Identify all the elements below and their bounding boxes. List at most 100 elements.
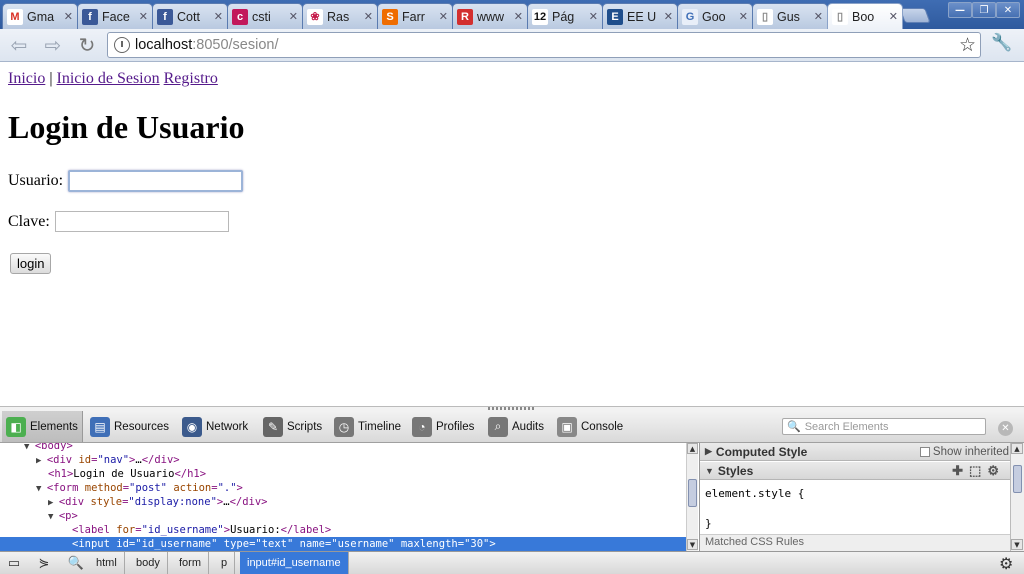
minimize-button[interactable]: —	[948, 2, 972, 18]
browser-tab[interactable]: c csti ✕	[227, 3, 303, 29]
dom-node-row[interactable]: <input id="id_username" type="text" name…	[0, 537, 686, 551]
inspect-search-icon[interactable]: 🔍	[66, 554, 86, 572]
scroll-down-icon[interactable]: ▼	[687, 539, 698, 550]
browser-tab[interactable]: ❀ Ras ✕	[302, 3, 378, 29]
styles-scrollbar[interactable]: ▲ ▼	[1010, 443, 1024, 551]
styles-tools: ✚⬚⚙	[952, 463, 1005, 479]
browser-tab[interactable]: G Goo ✕	[677, 3, 753, 29]
dom-tree[interactable]: ▼ <body> ▶ <div id="nav">…</div> <h1>Login…	[0, 443, 686, 551]
reload-button[interactable]: ↻	[74, 33, 100, 57]
devtools-tab-console[interactable]: ▣ Console	[553, 411, 627, 442]
search-elements-input[interactable]: 🔍 Search Elements	[782, 418, 986, 435]
browser-tab[interactable]: ▯ Gus ✕	[752, 3, 828, 29]
devtools-tab-elements[interactable]: ◧ Elements	[2, 411, 83, 442]
scroll-thumb[interactable]	[1013, 465, 1022, 493]
document-icon: ▯	[832, 8, 848, 25]
console-drawer-icon[interactable]: ⋟	[34, 554, 54, 572]
nav-link-inicio[interactable]: Inicio	[8, 70, 45, 87]
checkbox[interactable]	[919, 447, 930, 457]
scroll-thumb[interactable]	[688, 479, 697, 507]
tab-close-icon[interactable]: ✕	[214, 10, 223, 23]
devtools-tab-scripts[interactable]: ✎ Scripts	[259, 411, 326, 442]
new-tab-button[interactable]	[899, 8, 931, 23]
tab-close-icon[interactable]: ✕	[814, 10, 823, 23]
add-rule-icon[interactable]: ✚	[952, 463, 969, 478]
dom-node-row[interactable]: ▼ <form method="post" action=".">	[0, 481, 686, 495]
collapse-triangle-icon[interactable]: ▼	[24, 443, 35, 452]
dock-icon[interactable]: ▭	[4, 554, 24, 572]
element-style-rule[interactable]: element.style { }	[705, 486, 804, 531]
breadcrumb-p[interactable]: p	[214, 552, 236, 574]
devtools-tab-audits[interactable]: ⌕ Audits	[484, 411, 548, 442]
dom-token-txt: Login de Usuario	[73, 468, 175, 480]
dom-node-row[interactable]: ▼ <body>	[0, 443, 686, 453]
nav-link-inicio-sesion[interactable]: Inicio de Sesion	[57, 70, 160, 87]
back-button[interactable]: ⇦	[6, 33, 32, 57]
breadcrumb-input-id-username[interactable]: input#id_username	[240, 552, 349, 574]
scroll-up-icon[interactable]: ▲	[1011, 443, 1023, 454]
dom-token-val: "30"	[464, 538, 490, 550]
tab-close-icon[interactable]: ✕	[514, 10, 523, 23]
scroll-up-icon[interactable]: ▲	[687, 443, 698, 454]
breadcrumb-body[interactable]: body	[129, 552, 168, 574]
styles-header[interactable]: ▼ Styles ✚⬚⚙	[700, 462, 1010, 480]
password-input[interactable]	[54, 211, 229, 232]
tab-close-icon[interactable]: ✕	[289, 10, 298, 23]
devtools-tab-timeline[interactable]: ◷ Timeline	[330, 411, 405, 442]
devtools-close-icon[interactable]: ✕	[998, 421, 1013, 436]
tab-close-icon[interactable]: ✕	[664, 10, 673, 23]
breadcrumb-html[interactable]: html	[89, 552, 125, 574]
username-input[interactable]	[68, 170, 244, 192]
expand-triangle-icon[interactable]: ▶	[48, 498, 59, 508]
browser-tab[interactable]: E EE U ✕	[602, 3, 678, 29]
dom-node-row[interactable]: <h1>Login de Usuario</h1>	[0, 467, 686, 481]
matched-rules-header[interactable]: Matched CSS Rules	[700, 534, 1010, 551]
dom-node-row[interactable]: ▼ <p>	[0, 509, 686, 523]
collapse-triangle-icon[interactable]: ▼	[36, 484, 47, 494]
page-info-icon[interactable]	[114, 37, 130, 53]
browser-tab[interactable]: f Cott ✕	[152, 3, 228, 29]
scroll-down-icon[interactable]: ▼	[1011, 539, 1023, 550]
tab-close-icon[interactable]: ✕	[364, 10, 373, 23]
collapse-triangle-icon[interactable]: ▼	[48, 512, 59, 522]
forward-button[interactable]: ⇨	[40, 33, 66, 57]
dom-scrollbar[interactable]: ▲ ▼	[686, 443, 698, 551]
browser-tab[interactable]: f Face ✕	[77, 3, 153, 29]
tab-title: EE U	[627, 9, 657, 24]
maximize-button[interactable]: ❐	[972, 2, 996, 18]
element-state-icon[interactable]: ⬚	[969, 463, 987, 478]
browser-tab[interactable]: ▯ Boo ✕	[827, 3, 903, 29]
computed-style-header[interactable]: ▶ Computed Style Show inherited	[700, 443, 1010, 461]
tab-close-icon[interactable]: ✕	[589, 10, 598, 23]
tab-title: Boo	[852, 9, 875, 24]
show-inherited-toggle[interactable]: Show inherited	[919, 446, 1009, 458]
nav-link-registro[interactable]: Registro	[164, 70, 218, 87]
browser-tab[interactable]: Rwww ✕	[452, 3, 528, 29]
expand-triangle-icon[interactable]: ▶	[36, 456, 47, 466]
devtools-tab-network[interactable]: ◉ Network	[178, 411, 252, 442]
dom-node-row[interactable]: <label for="id_username">Usuario:</label…	[0, 523, 686, 537]
browser-tab[interactable]: S Farr ✕	[377, 3, 453, 29]
address-bar[interactable]: localhost:8050/sesion/ ☆	[107, 32, 981, 58]
dom-token-tag: <label	[72, 524, 117, 536]
tab-close-icon[interactable]: ✕	[739, 10, 748, 23]
bookmark-star-icon[interactable]: ☆	[959, 34, 976, 56]
dom-node-row[interactable]: ▶ <div style="display:none">…</div>	[0, 495, 686, 509]
login-button[interactable]: login	[10, 253, 52, 274]
tab-close-icon[interactable]: ✕	[439, 10, 448, 23]
document-icon: ▯	[757, 8, 773, 25]
breadcrumb-form[interactable]: form	[172, 552, 209, 574]
dom-node-row[interactable]: ▶ <div id="nav">…</div>	[0, 453, 686, 467]
close-window-button[interactable]: ✕	[996, 2, 1020, 18]
address-url[interactable]: localhost:8050/sesion/	[135, 37, 279, 53]
settings-gear-icon[interactable]: ⚙	[999, 554, 1013, 574]
tab-close-icon[interactable]: ✕	[889, 10, 898, 23]
devtools-tab-resources[interactable]: ▤ Resources	[86, 411, 173, 442]
tab-close-icon[interactable]: ✕	[139, 10, 148, 23]
browser-tab[interactable]: 12 Pág ✕	[527, 3, 603, 29]
settings-gear-icon[interactable]: ⚙	[987, 463, 1005, 478]
browser-tab[interactable]: M Gma ✕	[2, 3, 78, 29]
tab-close-icon[interactable]: ✕	[64, 10, 73, 23]
devtools-tab-profiles[interactable]: ◔ Profiles	[408, 411, 478, 442]
wrench-menu-icon[interactable]: 🔧	[990, 33, 1014, 53]
